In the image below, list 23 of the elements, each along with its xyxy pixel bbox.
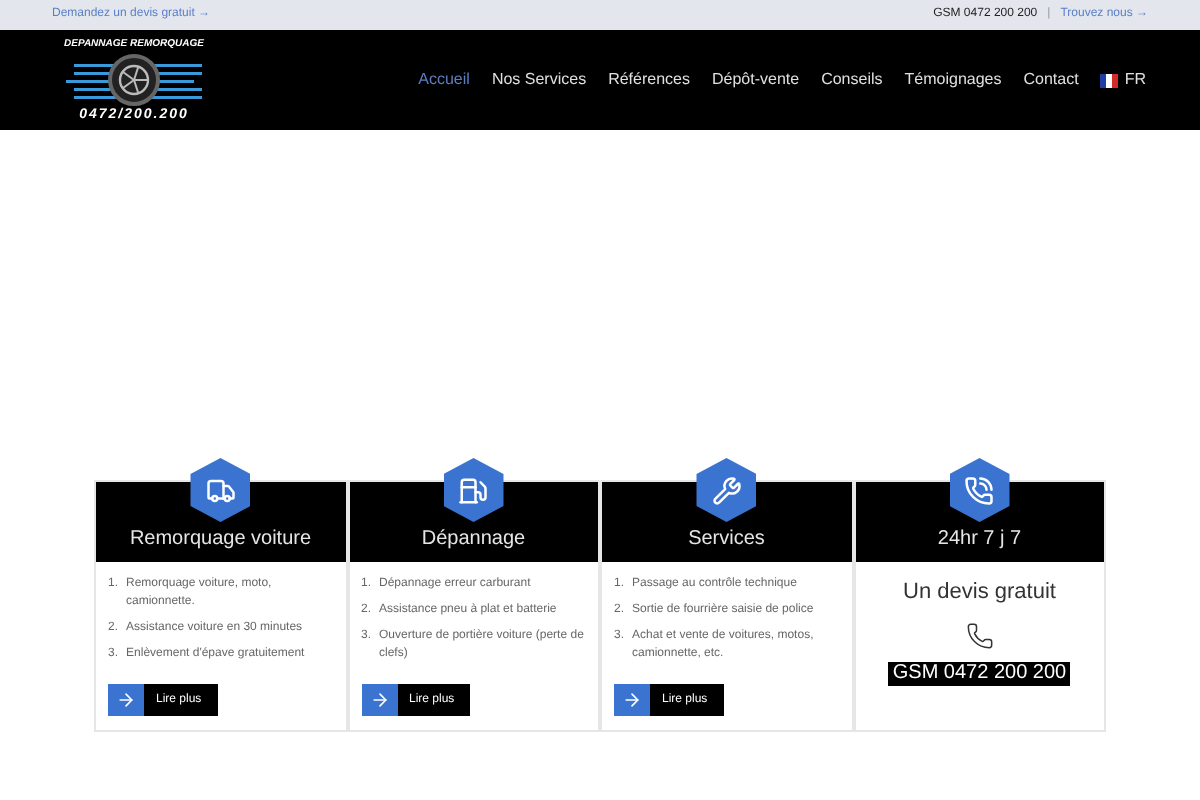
fuel-pump-icon <box>458 475 489 505</box>
nav-link[interactable]: Nos Services <box>491 68 587 92</box>
flag-icon <box>1100 73 1119 87</box>
truck-icon <box>205 475 236 505</box>
card-title: Dépannage <box>421 530 526 550</box>
card-title: 24hr 7 j 7 <box>937 530 1022 550</box>
nav-link[interactable]: Conseils <box>821 68 883 92</box>
nav-link[interactable]: Dépôt-vente <box>711 68 800 92</box>
card-title: Services <box>688 530 765 550</box>
nav-link[interactable]: Témoignages <box>904 68 1002 92</box>
nav-link[interactable]: Contact <box>1023 68 1079 92</box>
phone-number: GSM 0472 200 200 <box>888 661 1071 685</box>
nav-link[interactable]: Accueil <box>418 68 470 92</box>
arrow-right-icon <box>369 690 389 710</box>
arrow-right-icon <box>622 690 642 710</box>
card-heading: Un devis gratuit <box>903 578 1056 608</box>
phone-call-icon <box>964 475 995 505</box>
nav-link[interactable]: Références <box>608 68 690 92</box>
phone-icon <box>965 621 994 649</box>
arrow-right-icon <box>116 690 136 710</box>
card-title: Remorquage voiture <box>129 530 312 550</box>
language-label[interactable]: FR <box>1124 68 1146 92</box>
wrench-icon <box>711 475 742 505</box>
